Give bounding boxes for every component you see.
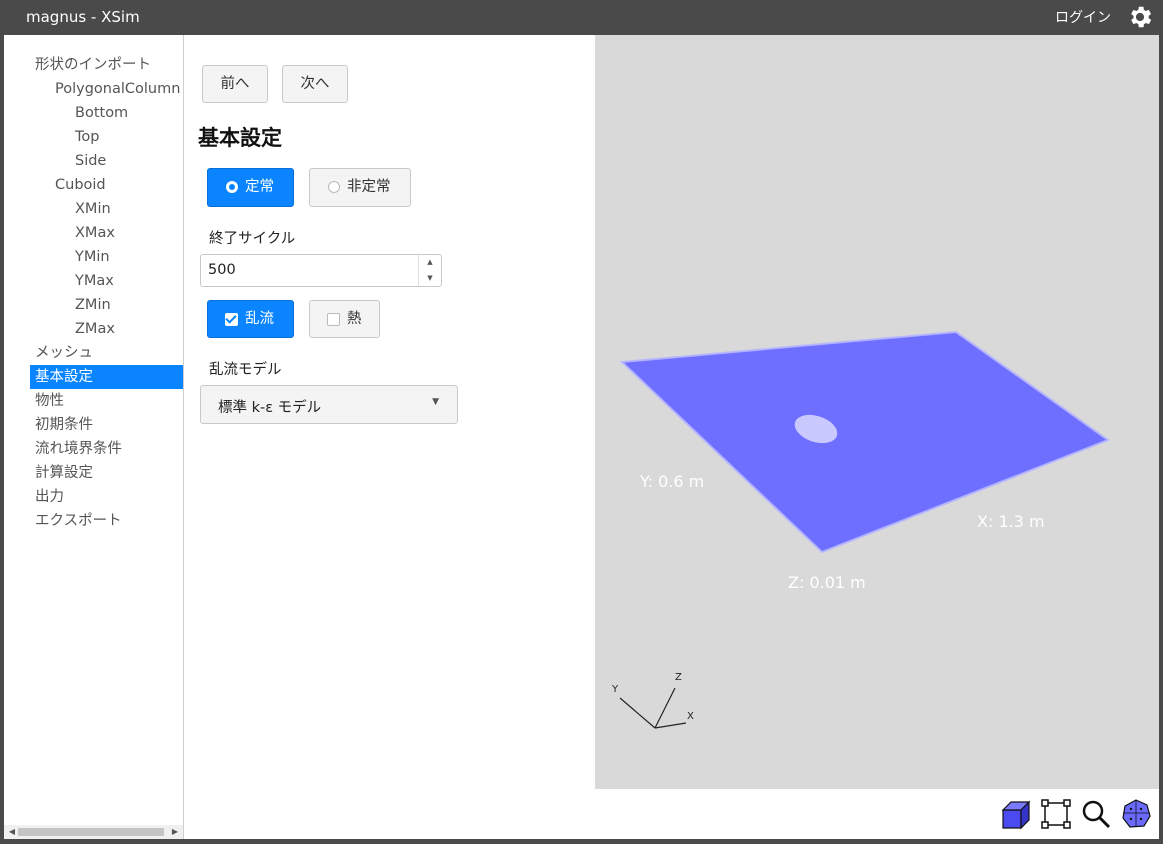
stepper-down-icon[interactable]: ▼ — [419, 271, 441, 286]
steady-label: 定常 — [245, 179, 274, 195]
end-cycle-input[interactable]: 500 ▲ ▼ — [200, 254, 442, 287]
tree-item-xmax[interactable]: XMax — [4, 221, 183, 245]
app-title: magnus - XSim — [26, 8, 140, 26]
tree-item-mesh[interactable]: メッシュ — [4, 341, 183, 365]
tree-item-calc-settings[interactable]: 計算設定 — [4, 461, 183, 485]
tree-item-ymin[interactable]: YMin — [4, 245, 183, 269]
stepper-up-icon[interactable]: ▲ — [419, 255, 441, 270]
tree-item-zmin[interactable]: ZMin — [4, 293, 183, 317]
turbulence-model-label: 乱流モデル — [209, 362, 282, 378]
sidebar: 形状のインポート PolygonalColumn Bottom Top Side… — [4, 35, 184, 839]
mesh-sphere-icon[interactable] — [1120, 798, 1152, 830]
checkbox-unchecked-icon — [327, 313, 340, 326]
title-bar: magnus - XSim ログイン — [0, 0, 1163, 35]
unsteady-radio-button[interactable]: 非定常 — [309, 168, 411, 207]
axis-x-label: X — [687, 711, 694, 722]
turbulence-model-select[interactable]: 標準 k-ε モデル ▼ — [200, 385, 458, 424]
checkbox-checked-icon — [225, 313, 238, 326]
tree-item-side[interactable]: Side — [4, 149, 183, 173]
heat-label: 熱 — [347, 311, 362, 327]
zoom-icon[interactable] — [1080, 798, 1112, 830]
tree-item-export[interactable]: エクスポート — [4, 509, 183, 533]
z-dimension-label: Z: 0.01 m — [788, 573, 866, 592]
axis-y-label: Y — [612, 684, 619, 695]
tree-item-ymax[interactable]: YMax — [4, 269, 183, 293]
tree-item-bottom[interactable]: Bottom — [4, 101, 183, 125]
login-link[interactable]: ログイン — [1055, 7, 1111, 27]
axis-triad — [619, 687, 687, 729]
chevron-down-icon: ▼ — [432, 397, 439, 407]
section-title: 基本設定 — [198, 126, 282, 150]
settings-tree: 形状のインポート PolygonalColumn Bottom Top Side… — [4, 53, 183, 533]
turbulence-checkbox[interactable]: 乱流 — [207, 300, 294, 338]
tree-item-polygonal-column[interactable]: PolygonalColumn — [4, 77, 183, 101]
gear-icon[interactable] — [1126, 3, 1154, 31]
tree-item-xmin[interactable]: XMin — [4, 197, 183, 221]
unsteady-label: 非定常 — [347, 179, 391, 195]
axis-z-label: Z — [675, 672, 682, 683]
scroll-left-icon[interactable]: ◀ — [6, 825, 18, 839]
tree-item-output[interactable]: 出力 — [4, 485, 183, 509]
next-button[interactable]: 次へ — [282, 65, 348, 103]
y-dimension-label: Y: 0.6 m — [640, 472, 705, 491]
fit-view-icon[interactable] — [1040, 798, 1072, 830]
heat-checkbox[interactable]: 熱 — [309, 300, 380, 338]
settings-panel: 前へ 次へ 基本設定 定常 非定常 終了サイクル 500 ▲ ▼ 乱流 熱 乱流… — [184, 35, 594, 839]
end-cycle-value: 500 — [208, 262, 236, 278]
x-dimension-label: X: 1.3 m — [977, 512, 1045, 531]
tree-item-top[interactable]: Top — [4, 125, 183, 149]
scrollbar-thumb[interactable] — [18, 828, 164, 836]
sidebar-scrollbar[interactable]: ◀ ▶ — [4, 825, 183, 839]
cube-icon[interactable] — [999, 798, 1031, 830]
tree-item-cuboid[interactable]: Cuboid — [4, 173, 183, 197]
radio-selected-icon — [226, 181, 238, 193]
steady-radio-button[interactable]: 定常 — [207, 168, 294, 207]
tree-item-import-shape[interactable]: 形状のインポート — [4, 53, 183, 77]
end-cycle-label: 終了サイクル — [209, 231, 296, 247]
tree-item-initial-conditions[interactable]: 初期条件 — [4, 413, 183, 437]
end-cycle-stepper[interactable]: ▲ ▼ — [418, 255, 441, 286]
tree-item-basic-settings[interactable]: 基本設定 — [30, 365, 183, 389]
scroll-right-icon[interactable]: ▶ — [169, 825, 181, 839]
tree-item-flow-boundary[interactable]: 流れ境界条件 — [4, 437, 183, 461]
tree-item-zmax[interactable]: ZMax — [4, 317, 183, 341]
3d-viewport[interactable]: Y: 0.6 m X: 1.3 m Z: 0.01 m Y Z X — [595, 35, 1159, 789]
prev-button[interactable]: 前へ — [202, 65, 268, 103]
tree-item-properties[interactable]: 物性 — [4, 389, 183, 413]
turbulence-model-value: 標準 k-ε モデル — [218, 400, 322, 416]
turbulence-label: 乱流 — [245, 311, 274, 327]
radio-unselected-icon — [328, 181, 340, 193]
main-frame: 形状のインポート PolygonalColumn Bottom Top Side… — [4, 35, 1159, 839]
